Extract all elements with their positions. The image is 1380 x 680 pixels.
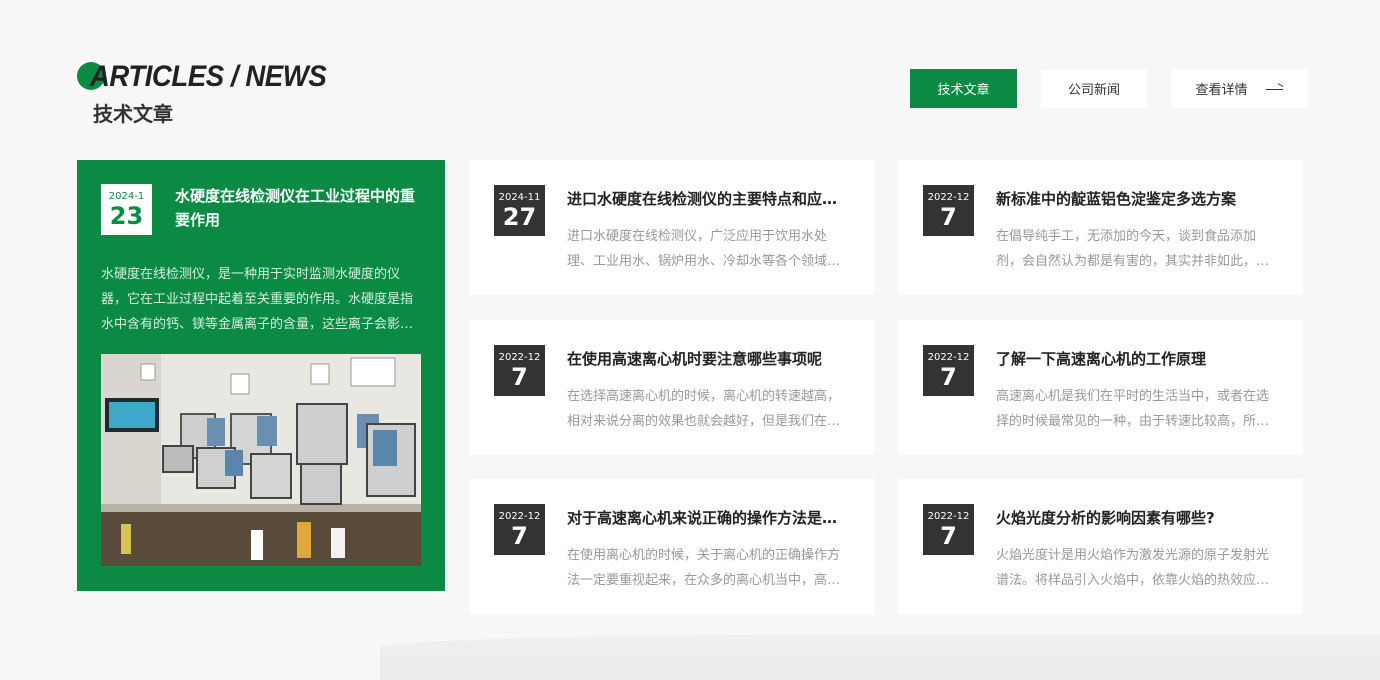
- article-title[interactable]: 进口水硬度在线检测仪的主要特点和应用领域: [567, 188, 849, 209]
- tab-label: 公司新闻: [1067, 83, 1120, 98]
- article-desc: 高速离心机是我们在平时的生活当中，或者在选择的时候最常见的一种，由于转速比较高，…: [996, 389, 1270, 429]
- article-card[interactable]: 2022-12 7 在使用高速离心机时要注意哪些事项呢 在选择高速离心机的时候，…: [469, 320, 874, 455]
- date-badge: 2022-12 7: [494, 345, 545, 396]
- article-desc: 在选择高速离心机的时候，离心机的转速越高，相对来说分离的效果也就会越好，但是我们…: [567, 389, 841, 429]
- category-tabs: 技术文章 公司新闻 查看详情: [910, 69, 1308, 108]
- article-desc: 进口水硬度在线检测仪，广泛应用于饮用水处理、工业用水、锅炉用水、冷却水等各个领域…: [567, 229, 841, 269]
- date-badge: 2022-12 7: [494, 504, 545, 555]
- arrow-right-icon: [1265, 84, 1284, 94]
- section-title-en: ARTICLES / NEWS: [89, 60, 327, 93]
- date-badge: 2022-12 7: [923, 504, 974, 555]
- article-title[interactable]: 新标准中的靛蓝铝色淀鉴定多选方案: [996, 188, 1278, 209]
- article-title[interactable]: 在使用高速离心机时要注意哪些事项呢: [567, 348, 849, 369]
- article-desc: 在使用离心机的时候，关于离心机的正确操作方法一定要重视起来，在众多的离心机当中，…: [567, 548, 841, 588]
- article-title[interactable]: 了解一下高速离心机的工作原理: [996, 348, 1278, 369]
- featured-article-desc: 水硬度在线检测仪，是一种用于实时监测水硬度的仪器，它在工业过程中起着至关重要的作…: [101, 267, 414, 332]
- tab-company-news[interactable]: 公司新闻: [1041, 69, 1147, 108]
- article-desc: 火焰光度计是用火焰作为激发光源的原子发射光谱法。将样品引入火焰中，依靠火焰的热效…: [996, 548, 1270, 588]
- date-badge: 2024-1 23: [101, 184, 152, 235]
- lab-photo-image: [101, 354, 421, 566]
- featured-article-card[interactable]: 2024-1 23 水硬度在线检测仪在工业过程中的重要作用 水硬度在线检测仪，是…: [77, 160, 445, 591]
- tab-tech-articles[interactable]: 技术文章: [910, 69, 1017, 108]
- date-day: 27: [502, 203, 537, 231]
- date-day: 7: [511, 522, 528, 550]
- article-card[interactable]: 2024-11 27 进口水硬度在线检测仪的主要特点和应用领域 进口水硬度在线检…: [469, 160, 874, 295]
- date-day: 7: [940, 522, 957, 550]
- article-card[interactable]: 2022-12 7 新标准中的靛蓝铝色淀鉴定多选方案 在倡导纯手工，无添加的今天…: [898, 160, 1303, 295]
- section-title-cn: 技术文章: [93, 102, 173, 126]
- article-card[interactable]: 2022-12 7 火焰光度分析的影响因素有哪些? 火焰光度计是用火焰作为激发光…: [898, 479, 1303, 614]
- article-title[interactable]: 对于高速离心机来说正确的操作方法是非常重要的: [567, 507, 849, 528]
- date-day: 7: [511, 363, 528, 391]
- article-desc: 在倡导纯手工，无添加的今天，谈到食品添加剂，会自然认为都是有害的，其实并非如此，…: [996, 229, 1270, 269]
- article-card[interactable]: 2022-12 7 了解一下高速离心机的工作原理 高速离心机是我们在平时的生活当…: [898, 320, 1303, 455]
- date-badge: 2022-12 7: [923, 185, 974, 236]
- view-details-button[interactable]: 查看详情: [1171, 69, 1308, 108]
- date-badge: 2024-11 27: [494, 185, 545, 236]
- featured-article-title[interactable]: 水硬度在线检测仪在工业过程中的重要作用: [175, 184, 419, 232]
- date-day: 23: [109, 202, 144, 230]
- featured-article-image[interactable]: [101, 354, 421, 566]
- article-card[interactable]: 2022-12 7 对于高速离心机来说正确的操作方法是非常重要的 在使用离心机的…: [469, 479, 874, 614]
- tab-label: 查看详情: [1195, 83, 1248, 98]
- section-header: ARTICLES / NEWS 技术文章: [77, 60, 348, 126]
- decorative-floor-shadow: [380, 634, 1380, 680]
- date-day: 7: [940, 363, 957, 391]
- date-day: 7: [940, 203, 957, 231]
- tab-label: 技术文章: [937, 83, 990, 98]
- article-title[interactable]: 火焰光度分析的影响因素有哪些?: [996, 507, 1278, 528]
- date-badge: 2022-12 7: [923, 345, 974, 396]
